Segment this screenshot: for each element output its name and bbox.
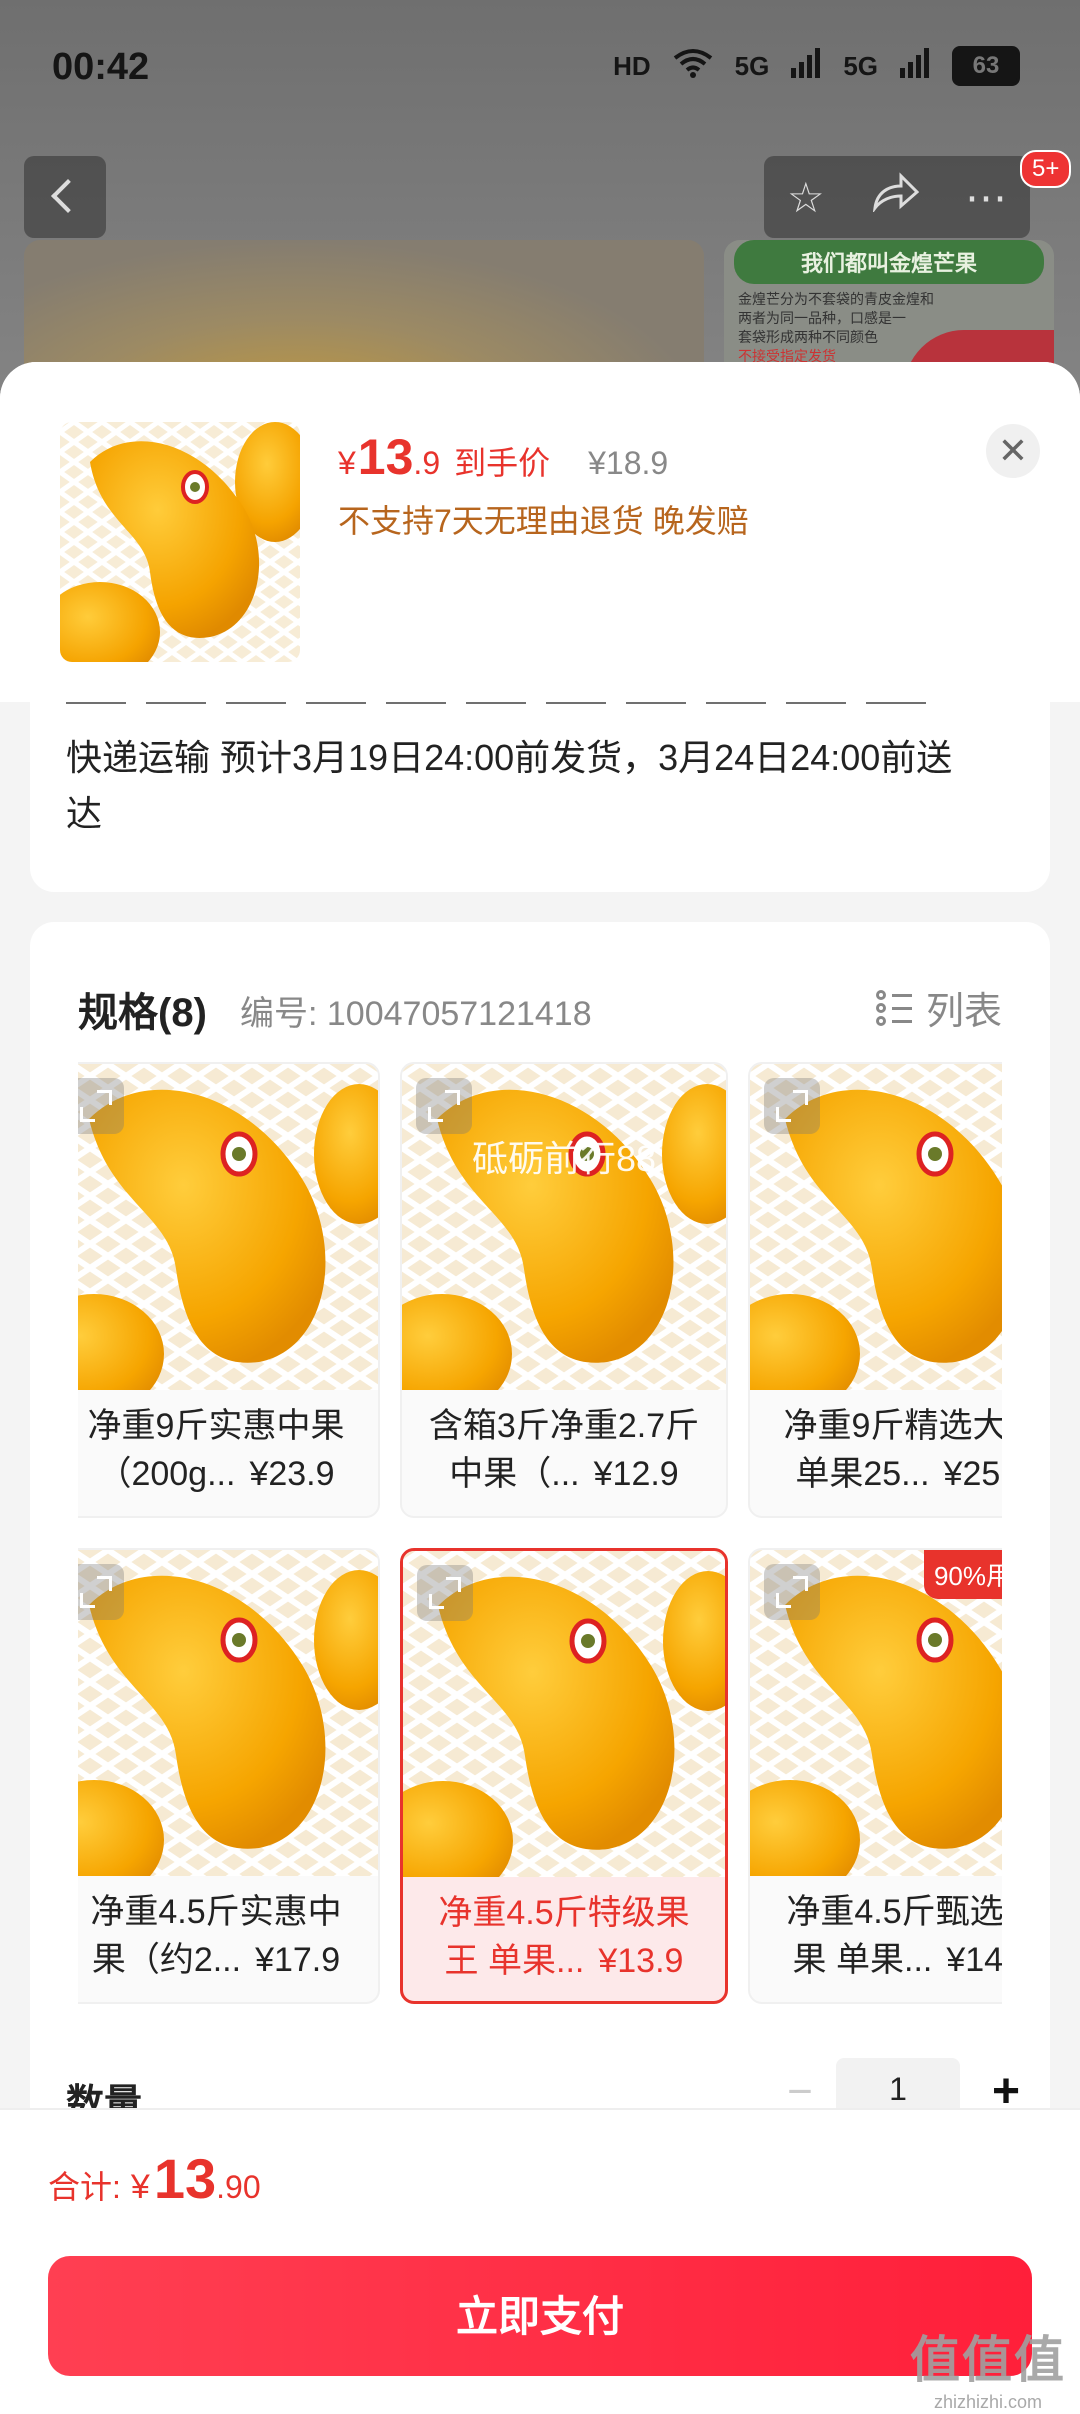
promo-line-1: 金煌芒分为不套袋的青皮金煌和 bbox=[738, 291, 934, 307]
spec-option-card[interactable]: 净重9斤精选大果单果25... ¥25.9 bbox=[748, 1062, 1002, 1518]
return-policy: 不支持7天无理由退货 晚发赔 bbox=[338, 503, 749, 539]
spec-option-line2: 中果（... ¥12.9 bbox=[410, 1450, 718, 1498]
spec-option-price: ¥13.9 bbox=[598, 1942, 684, 1980]
price-currency: ¥ bbox=[338, 445, 356, 481]
image-watermark: 砥砺前行88 bbox=[471, 1138, 657, 1179]
sheet-header: ¥ 13 .9 到手价 ¥18.9 不支持7天无理由退货 晚发赔 ✕ bbox=[0, 362, 1080, 702]
spec-option-text: 净重4.5斤实惠中 果（约2... ¥17.9 bbox=[78, 1888, 370, 1984]
spec-option-card[interactable]: 净重9斤实惠中果 （200g... ¥23.9 bbox=[78, 1062, 380, 1518]
spec-option-price: ¥12.9 bbox=[593, 1455, 679, 1493]
close-button[interactable]: ✕ bbox=[986, 424, 1040, 478]
spec-option-price: ¥17.9 bbox=[255, 1941, 341, 1979]
pay-now-button[interactable]: 立即支付 bbox=[48, 2256, 1032, 2376]
spec-option-price: ¥23.9 bbox=[249, 1455, 335, 1493]
spec-option-card[interactable]: 净重4.5斤特级果王 单果... ¥13.9 bbox=[400, 1548, 728, 2004]
top-actions: ☆ ⋯ bbox=[764, 156, 1030, 238]
spec-title: 规格(8) bbox=[78, 991, 207, 1035]
spec-option-line2: 果（约2... ¥17.9 bbox=[78, 1936, 370, 1984]
total-integer: 13 bbox=[153, 2147, 217, 2210]
expand-icon[interactable] bbox=[416, 1078, 472, 1134]
total-currency: ¥ bbox=[130, 2168, 150, 2206]
wifi-icon bbox=[673, 48, 713, 85]
list-label: 列表 bbox=[925, 991, 1002, 1033]
expand-icon[interactable] bbox=[78, 1078, 124, 1134]
price-integer: 13 bbox=[357, 429, 414, 485]
final-price-label: 到手价 bbox=[454, 445, 551, 481]
spec-option-name-2: 王 单果... bbox=[444, 1942, 585, 1980]
spec-option-line2: 单果25... ¥25.9 bbox=[758, 1450, 1002, 1498]
total-label: 合计: bbox=[48, 2169, 121, 2205]
spec-option-text: 净重9斤实惠中果 （200g... ¥23.9 bbox=[78, 1402, 370, 1498]
list-view-toggle[interactable]: 列表 bbox=[875, 980, 1002, 1035]
star-icon[interactable]: ☆ bbox=[787, 173, 825, 222]
sku-bottom-sheet: ¥ 13 .9 到手价 ¥18.9 不支持7天无理由退货 晚发赔 ✕ 快递运输 … bbox=[0, 362, 1080, 2412]
expand-icon[interactable] bbox=[764, 1564, 820, 1620]
signal-5g-icon-2: 5G bbox=[843, 50, 878, 81]
product-number: 编号: 10047057121418 bbox=[240, 995, 592, 1033]
product-thumbnail[interactable] bbox=[60, 422, 300, 662]
signal-bars-icon bbox=[791, 47, 821, 85]
spec-option-name-2: （200g... bbox=[97, 1455, 236, 1493]
spec-option-line2: 果 单果... ¥14.9 bbox=[758, 1936, 1002, 1984]
spec-option-name: 净重4.5斤特级果 bbox=[438, 1894, 690, 1932]
site-watermark-url: zhizhizhi.com bbox=[933, 2392, 1043, 2412]
spec-option-line2: 王 单果... ¥13.9 bbox=[411, 1937, 717, 1985]
spec-option-text: 净重9斤精选大果单果25... ¥25.9 bbox=[758, 1402, 1002, 1498]
share-icon[interactable] bbox=[871, 172, 920, 222]
back-button[interactable] bbox=[24, 156, 106, 238]
spec-option-card[interactable]: 90%用户选净重4.5斤甄选大果 单果... ¥14.9 bbox=[748, 1548, 1002, 2004]
spec-option-text: 净重4.5斤甄选大果 单果... ¥14.9 bbox=[758, 1888, 1002, 1984]
spec-option-card[interactable]: 净重4.5斤实惠中 果（约2... ¥17.9 bbox=[78, 1548, 380, 2004]
status-bar: 00:42 HD 5G 5G 63 bbox=[0, 0, 1080, 140]
hd-icon: HD bbox=[613, 50, 651, 81]
spec-option-name: 净重9斤实惠中果 bbox=[87, 1407, 345, 1445]
expand-icon[interactable] bbox=[764, 1078, 820, 1134]
spec-option-name-2: 果 单果... bbox=[792, 1941, 933, 1979]
site-watermark-logo: 值值值 bbox=[910, 2332, 1066, 2388]
status-icons: HD 5G 5G 63 bbox=[613, 46, 1020, 86]
promo-line-2: 两者为同一品种，口感是一 bbox=[738, 310, 906, 326]
spec-option-name: 净重9斤精选大果 bbox=[783, 1407, 1002, 1445]
spec-option-name: 净重4.5斤甄选大 bbox=[786, 1893, 1002, 1931]
status-time: 00:42 bbox=[52, 46, 150, 88]
spec-option-name: 净重4.5斤实惠中 bbox=[90, 1893, 342, 1931]
spec-card: 规格(8) 编号: 10047057121418 列表 净重9斤实惠中果 （200… bbox=[30, 922, 1050, 2222]
spec-option-name: 含箱3斤净重2.7斤 bbox=[428, 1407, 700, 1445]
spec-grid: 净重9斤实惠中果 （200g... ¥23.9 砥砺前行88 含箱3斤净重2.7斤中果（… bbox=[78, 1062, 1002, 2062]
expand-icon[interactable] bbox=[78, 1564, 124, 1620]
close-icon: ✕ bbox=[997, 430, 1029, 471]
battery-icon: 63 bbox=[952, 46, 1020, 86]
message-badge: 5+ bbox=[1020, 150, 1072, 188]
spec-option-name-2: 单果25... bbox=[795, 1455, 930, 1493]
promo-title: 我们都叫金煌芒果 bbox=[734, 240, 1044, 284]
delivery-info: 快递运输 预计3月19日24:00前发货，3月24日24:00前送达 bbox=[66, 737, 953, 834]
spec-option-text: 含箱3斤净重2.7斤中果（... ¥12.9 bbox=[410, 1402, 718, 1498]
more-icon[interactable]: ⋯ bbox=[965, 173, 1007, 222]
price-decimal: .9 bbox=[413, 445, 441, 481]
signal-5g-icon: 5G bbox=[734, 50, 770, 81]
spec-option-name-2: 果（约2... bbox=[91, 1941, 242, 1979]
total-decimal: .90 bbox=[216, 2169, 261, 2205]
original-price: ¥18.9 bbox=[588, 445, 669, 481]
spec-option-name-2: 中果（... bbox=[449, 1455, 580, 1493]
popular-badge: 90%用户选 bbox=[923, 1550, 1002, 1599]
spec-option-text: 净重4.5斤特级果王 单果... ¥13.9 bbox=[411, 1889, 717, 1985]
spec-option-card[interactable]: 砥砺前行88 含箱3斤净重2.7斤中果（... ¥12.9 bbox=[400, 1062, 728, 1518]
spec-option-price: ¥14.9 bbox=[946, 1941, 1002, 1979]
expand-icon[interactable] bbox=[417, 1565, 473, 1621]
mango-image bbox=[60, 422, 300, 662]
spec-option-price: ¥25.9 bbox=[943, 1455, 1002, 1493]
spec-option-line2: （200g... ¥23.9 bbox=[78, 1450, 370, 1498]
list-icon bbox=[875, 989, 912, 1026]
signal-bars-icon-2 bbox=[900, 47, 930, 85]
price-row: ¥ 13 .9 到手价 ¥18.9 bbox=[338, 428, 668, 486]
site-watermark: 值值值 zhizhizhi.com bbox=[910, 2320, 1066, 2413]
total-price: 合计: ¥ 13 .90 bbox=[48, 2146, 261, 2211]
